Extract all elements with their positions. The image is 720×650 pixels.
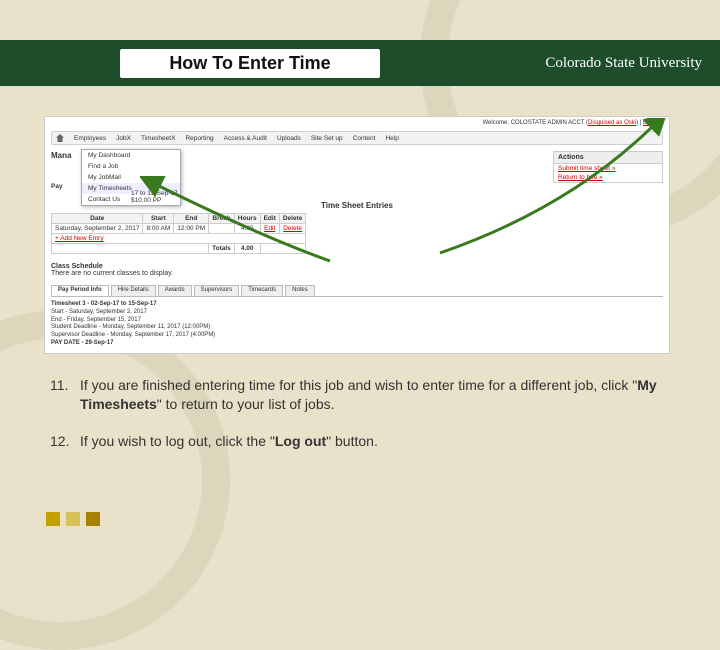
pp-supervisor-deadline: Supervisor Deadline - Monday, September … bbox=[51, 332, 215, 338]
class-schedule: Class Schedule There are no current clas… bbox=[51, 263, 173, 277]
dropdown-find-a-job[interactable]: Find a Job bbox=[82, 161, 180, 172]
instruction-text: If you are finished entering time for th… bbox=[80, 376, 670, 414]
instruction-number: 12. bbox=[50, 432, 80, 451]
table-add-row: + Add New Entry bbox=[52, 234, 306, 244]
tab-notes[interactable]: Notes bbox=[285, 285, 315, 296]
pp-end: End - Friday, September 15, 2017 bbox=[51, 317, 141, 323]
pp-title: Timesheet 3 - 02-Sep-17 to 15-Sep-17 bbox=[51, 301, 157, 307]
cell-start: 8:00 AM bbox=[143, 224, 174, 234]
nav-access-audit[interactable]: Access & Audit bbox=[224, 135, 267, 142]
col-hours: Hours bbox=[234, 214, 260, 224]
col-edit: Edit bbox=[260, 214, 279, 224]
pay-range: 17 to 15-Sep-17 bbox=[131, 190, 178, 197]
main-nav: Employees JobX TimesheetX Reporting Acce… bbox=[51, 131, 663, 145]
dropdown-my-dashboard[interactable]: My Dashboard bbox=[82, 150, 180, 161]
delete-link[interactable]: Delete bbox=[283, 225, 302, 232]
welcome-bar: Welcome, COLOSTATE ADMIN ACCT (Disguised… bbox=[482, 120, 663, 126]
nav-employees[interactable]: Employees bbox=[74, 135, 106, 142]
table-header-row: Date Start End Break Hours Edit Delete bbox=[52, 214, 306, 224]
nav-timesheetx[interactable]: TimesheetX bbox=[141, 135, 175, 142]
timesheet-entries-table: Date Start End Break Hours Edit Delete S… bbox=[51, 213, 306, 254]
pay-period-info: Timesheet 3 - 02-Sep-17 to 15-Sep-17 Sta… bbox=[51, 301, 215, 348]
tab-supervisors[interactable]: Supervisors bbox=[194, 285, 240, 296]
instruction-number: 11. bbox=[50, 376, 80, 414]
cell-end: 12:00 PM bbox=[174, 224, 209, 234]
instruction-11: 11. If you are finished entering time fo… bbox=[50, 376, 670, 414]
app-screenshot: Welcome, COLOSTATE ADMIN ACCT (Disguised… bbox=[44, 116, 670, 354]
cell-date: Saturday, September 2, 2017 bbox=[52, 224, 143, 234]
col-start: Start bbox=[143, 214, 174, 224]
tab-hire-details[interactable]: Hire Details bbox=[111, 285, 156, 296]
action-submit-timesheet[interactable]: Submit time sheet » bbox=[554, 164, 662, 173]
cell-hours: 4.00 bbox=[234, 224, 260, 234]
footer-squares bbox=[46, 512, 100, 526]
home-icon[interactable] bbox=[56, 134, 64, 142]
instruction-text: If you wish to log out, click the "Log o… bbox=[80, 432, 378, 451]
pp-student-deadline: Student Deadline - Monday, September 11,… bbox=[51, 324, 210, 330]
instruction-12: 12. If you wish to log out, click the "L… bbox=[50, 432, 670, 451]
tab-awards[interactable]: Awards bbox=[158, 285, 192, 296]
logout-link[interactable]: Log out bbox=[643, 120, 663, 126]
nav-content[interactable]: Content bbox=[353, 135, 376, 142]
nav-help[interactable]: Help bbox=[385, 135, 398, 142]
university-logo: Colorado State University bbox=[545, 55, 702, 72]
pay-block: Pay 17 to 15-Sep-17 $10.00 PP bbox=[51, 183, 178, 204]
col-date: Date bbox=[52, 214, 143, 224]
pay-rate: $10.00 PP bbox=[131, 197, 161, 204]
pp-pay-date: PAY DATE - 29-Sep-17 bbox=[51, 340, 113, 346]
mana-label: Mana bbox=[51, 151, 71, 160]
timesheet-entries-title: Time Sheet Entries bbox=[321, 201, 393, 210]
nav-jobx[interactable]: JobX bbox=[116, 135, 131, 142]
welcome-text: Welcome, COLOSTATE ADMIN ACCT ( bbox=[482, 120, 588, 126]
table-row: Saturday, September 2, 2017 8:00 AM 12:0… bbox=[52, 224, 306, 234]
pp-start: Start - Saturday, September 2, 2017 bbox=[51, 309, 147, 315]
pay-label: Pay bbox=[51, 183, 63, 190]
nav-reporting[interactable]: Reporting bbox=[185, 135, 213, 142]
edit-link[interactable]: Edit bbox=[264, 225, 275, 232]
tab-pay-period-info[interactable]: Pay Period Info bbox=[51, 285, 109, 296]
instructions: 11. If you are finished entering time fo… bbox=[50, 376, 670, 469]
actions-panel: Actions Submit time sheet » Return to hi… bbox=[553, 151, 663, 183]
square-icon bbox=[66, 512, 80, 526]
col-break: Break bbox=[209, 214, 235, 224]
tab-timecards[interactable]: Timecards bbox=[241, 285, 283, 296]
action-return-to-hire[interactable]: Return to hire » bbox=[554, 173, 662, 182]
cell-break bbox=[209, 224, 235, 234]
square-icon bbox=[46, 512, 60, 526]
dropdown-my-jobmail[interactable]: My JobMail bbox=[82, 172, 180, 183]
detail-tabs: Pay Period Info Hire Details Awards Supe… bbox=[51, 285, 663, 297]
header-bar: How To Enter Time Colorado State Univers… bbox=[0, 40, 720, 86]
square-icon bbox=[86, 512, 100, 526]
col-end: End bbox=[174, 214, 209, 224]
col-delete: Delete bbox=[279, 214, 306, 224]
totals-hours: 4.00 bbox=[234, 244, 260, 254]
actions-title: Actions bbox=[554, 152, 662, 164]
slide-title: How To Enter Time bbox=[120, 49, 380, 78]
add-entry-link[interactable]: + Add New Entry bbox=[55, 235, 104, 242]
table-totals-row: Totals 4.00 bbox=[52, 244, 306, 254]
nav-site-setup[interactable]: Site Set up bbox=[311, 135, 343, 142]
totals-label: Totals bbox=[209, 244, 235, 254]
class-schedule-title: Class Schedule bbox=[51, 263, 103, 270]
disguised-link[interactable]: Disguised as Oski bbox=[588, 120, 636, 126]
class-schedule-body: There are no current classes to display. bbox=[51, 270, 173, 277]
nav-uploads[interactable]: Uploads bbox=[277, 135, 301, 142]
